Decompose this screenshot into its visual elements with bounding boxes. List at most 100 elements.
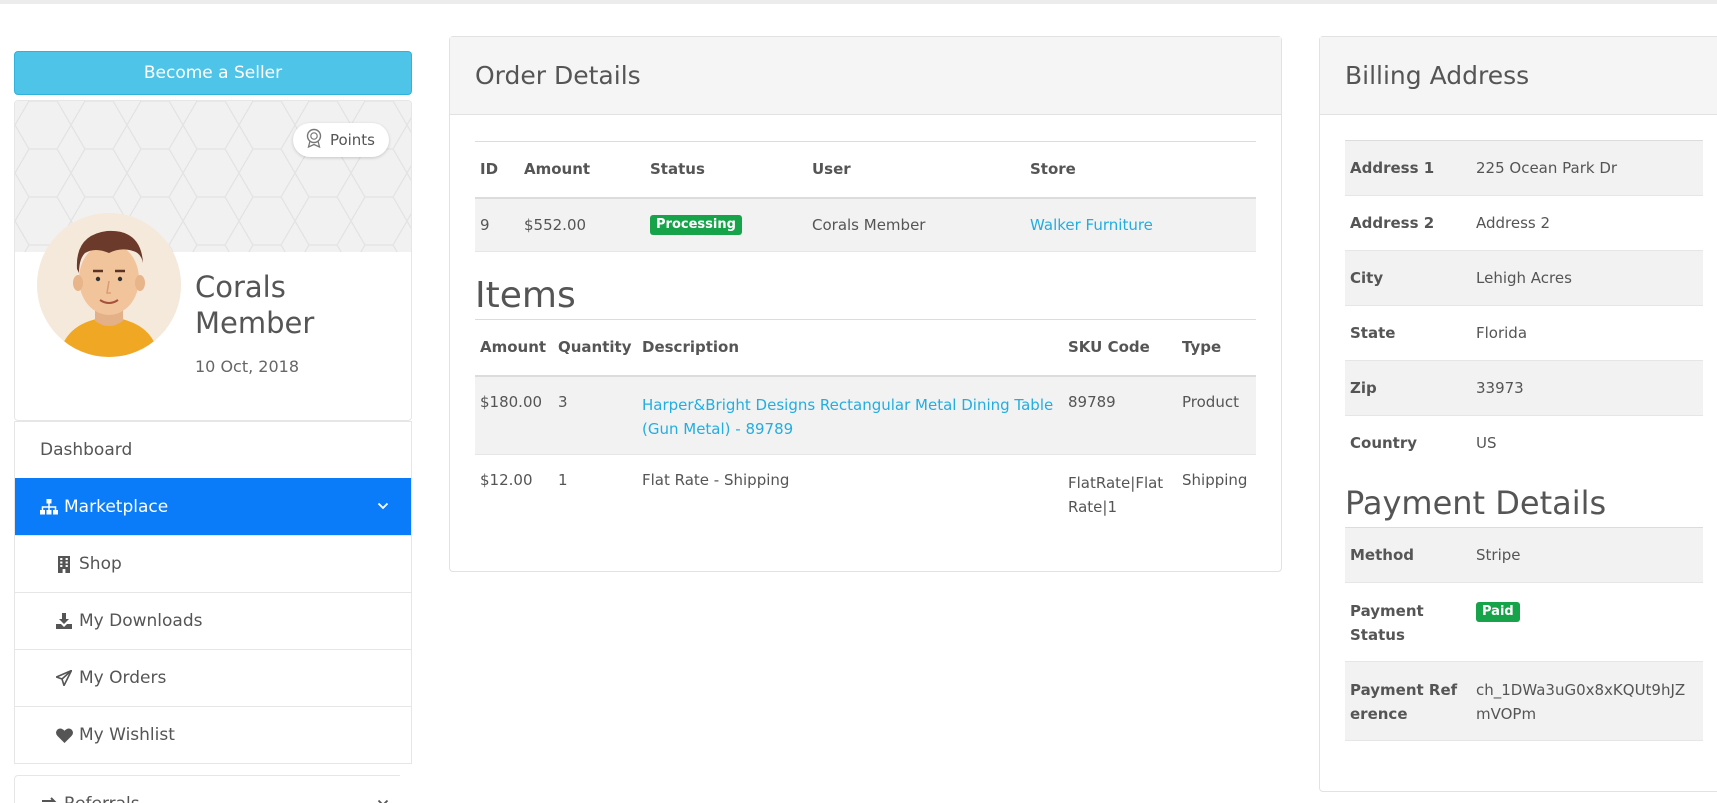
chevron-down-icon: [377, 792, 389, 803]
table-row: State Florida: [1345, 305, 1703, 361]
chevron-down-icon: [377, 495, 389, 515]
order-amount: $552.00: [519, 197, 645, 252]
table-row: Address 1 225 Ocean Park Dr: [1345, 140, 1703, 196]
order-details-panel: Order Details ID Amount Status User Stor…: [449, 36, 1282, 572]
sidebar-item-marketplace[interactable]: Marketplace: [15, 478, 411, 535]
sidebar-item-referrals[interactable]: Referrals: [14, 775, 400, 803]
top-border: [0, 0, 1717, 4]
status-badge: Processing: [650, 215, 742, 236]
order-user: Corals Member: [807, 197, 1025, 252]
table-row: Country US: [1345, 416, 1703, 471]
column-header: Type: [1177, 319, 1256, 377]
store-link[interactable]: Walker Furniture: [1030, 216, 1153, 234]
sidebar-item-label: Marketplace: [64, 497, 169, 517]
points-label: Points: [329, 131, 375, 149]
order-status-cell: Processing: [645, 197, 807, 252]
sidebar-item-my-orders[interactable]: My Orders: [15, 649, 411, 706]
field-value: ch_1DWa3uG0x8xKQUt9hJZmVOPm: [1471, 661, 1703, 741]
payment-status-cell: Paid: [1471, 582, 1703, 662]
table-row: 9 $552.00 Processing Corals Member Walke…: [475, 197, 1256, 252]
item-description: Flat Rate - Shipping: [642, 471, 790, 489]
item-description-cell: Harper&Bright Designs Rectangular Metal …: [637, 375, 1063, 455]
profile-name: Corals Member: [195, 270, 315, 340]
sidebar-item-dashboard[interactable]: Dashboard: [15, 421, 411, 478]
sidebar-item-label: Dashboard: [40, 440, 133, 460]
item-type: Product: [1177, 375, 1256, 455]
order-store-cell: Walker Furniture: [1025, 197, 1256, 252]
field-value: Stripe: [1471, 527, 1703, 583]
table-row: $180.00 3 Harper&Bright Designs Rectangu…: [475, 375, 1256, 455]
paid-badge: Paid: [1476, 601, 1520, 622]
sitemap-icon: [40, 499, 58, 515]
profile-date: 10 Oct, 2018: [195, 357, 299, 376]
column-header: Description: [637, 319, 1063, 377]
item-sku: 89789: [1063, 375, 1177, 455]
order-table: ID Amount Status User Store 9 $552.00 Pr…: [475, 141, 1256, 252]
column-header: Status: [645, 141, 807, 199]
item-description-link[interactable]: Harper&Bright Designs Rectangular Metal …: [642, 396, 1053, 438]
sidebar-menu: Dashboard Marketplace Shop My Downloads …: [14, 421, 412, 764]
field-label: City: [1345, 250, 1471, 306]
item-type: Shipping: [1182, 471, 1248, 489]
points-button[interactable]: Points: [292, 123, 389, 157]
order-id: 9: [475, 197, 519, 252]
sidebar-item-my-downloads[interactable]: My Downloads: [15, 592, 411, 649]
field-label: Address 1: [1345, 140, 1471, 196]
panel-title: Billing Address: [1320, 37, 1717, 115]
billing-address-panel: Billing Address Address 1 225 Ocean Park…: [1319, 36, 1717, 792]
field-value: 33973: [1471, 360, 1703, 416]
award-icon: [305, 128, 323, 152]
field-value: Address 2: [1471, 195, 1703, 251]
table-row: Payment Reference ch_1DWa3uG0x8xKQUt9hJZ…: [1345, 661, 1703, 741]
sidebar-item-shop[interactable]: Shop: [15, 535, 411, 592]
column-header: User: [807, 141, 1025, 199]
field-label: Zip: [1345, 360, 1471, 416]
download-icon: [55, 613, 73, 629]
column-header: Quantity: [553, 319, 637, 377]
billing-table: Address 1 225 Ocean Park Dr Address 2 Ad…: [1345, 140, 1703, 471]
panel-title: Order Details: [450, 37, 1281, 115]
item-amount: $12.00: [480, 471, 533, 489]
item-amount: $180.00: [475, 375, 553, 455]
profile-card: Points Corals Member 10 Oct, 2018: [14, 100, 412, 421]
column-header: Store: [1025, 141, 1256, 199]
table-row: Method Stripe: [1345, 527, 1703, 583]
sidebar-overflow: Referrals: [0, 723, 400, 803]
table-row: Address 2 Address 2: [1345, 195, 1703, 251]
sidebar-item-label: My Orders: [79, 668, 167, 688]
field-label: State: [1345, 305, 1471, 361]
sidebar-item-label: Shop: [79, 554, 122, 574]
table-row: Zip 33973: [1345, 360, 1703, 416]
column-header: Amount: [519, 141, 645, 199]
table-row: City Lehigh Acres: [1345, 250, 1703, 306]
paper-plane-icon: [55, 670, 73, 686]
items-table: Amount Quantity Description SKU Code Typ…: [475, 319, 1256, 534]
payment-table: Method Stripe Payment Status Paid Paymen…: [1345, 526, 1703, 741]
field-value: Lehigh Acres: [1471, 250, 1703, 306]
item-quantity: 3: [553, 375, 637, 455]
become-seller-button[interactable]: Become a Seller: [14, 51, 412, 95]
field-value: US: [1476, 434, 1497, 453]
column-header: SKU Code: [1063, 319, 1177, 377]
sidebar: Become a Seller Points Corals Member 10 …: [14, 51, 412, 764]
item-quantity: 1: [558, 471, 568, 489]
payment-details-title: Payment Details: [1345, 483, 1607, 522]
table-row: $12.00 1 Flat Rate - Shipping FlatRate|F…: [475, 455, 1256, 534]
column-header: ID: [475, 141, 519, 199]
table-row: Payment Status Paid: [1345, 582, 1703, 662]
field-label: Address 2: [1345, 195, 1471, 251]
field-label: Method: [1345, 527, 1471, 583]
exchange-icon: [40, 796, 58, 803]
field-label: Payment Status: [1345, 582, 1471, 662]
building-icon: [55, 555, 73, 573]
sidebar-item-label: Referrals: [64, 794, 140, 803]
column-header: Amount: [475, 319, 553, 377]
items-title: Items: [475, 275, 576, 316]
field-value: Florida: [1471, 305, 1703, 361]
field-value: 225 Ocean Park Dr: [1471, 140, 1703, 196]
item-sku: FlatRate|Flat Rate|1: [1068, 474, 1164, 516]
sidebar-item-label: My Downloads: [79, 611, 203, 631]
field-label: Country: [1350, 434, 1418, 453]
field-label: Payment Reference: [1345, 661, 1471, 741]
avatar: [37, 213, 181, 357]
